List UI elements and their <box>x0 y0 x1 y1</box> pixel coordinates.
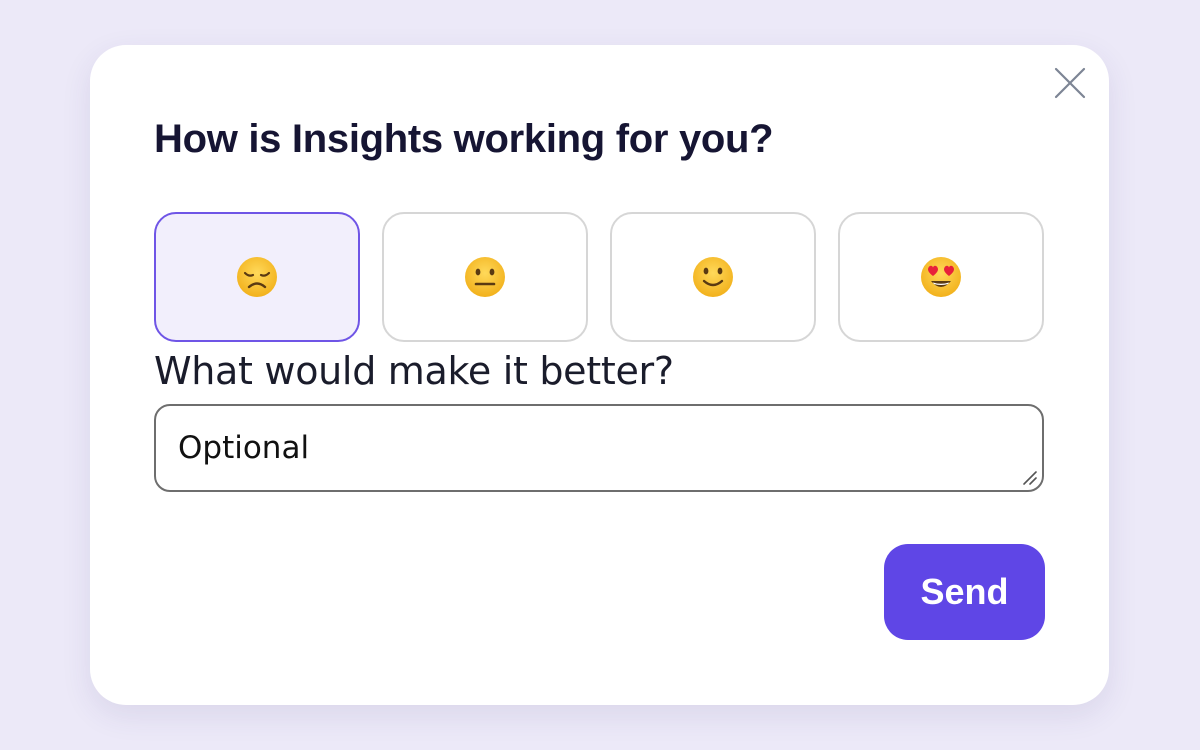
rating-option-heart-eyes[interactable] <box>838 212 1044 342</box>
rating-options <box>154 212 1044 342</box>
close-icon <box>1054 67 1086 99</box>
rating-option-neutral[interactable] <box>382 212 588 342</box>
rating-option-slightly-smiling[interactable] <box>610 212 816 342</box>
feedback-input[interactable] <box>154 404 1044 492</box>
close-button[interactable] <box>1052 65 1088 101</box>
rating-option-disappointed[interactable] <box>154 212 360 342</box>
feedback-dialog: How is Insights working for you? What wo… <box>90 45 1109 705</box>
send-button[interactable]: Send <box>884 544 1045 640</box>
heart-eyes-face-icon <box>921 257 961 297</box>
neutral-face-icon <box>465 257 505 297</box>
slightly-smiling-face-icon <box>693 257 733 297</box>
disappointed-face-icon <box>237 257 277 297</box>
feedback-field-container <box>154 404 1044 492</box>
dialog-title: How is Insights working for you? <box>154 117 774 161</box>
feedback-label: What would make it better? <box>154 349 674 393</box>
